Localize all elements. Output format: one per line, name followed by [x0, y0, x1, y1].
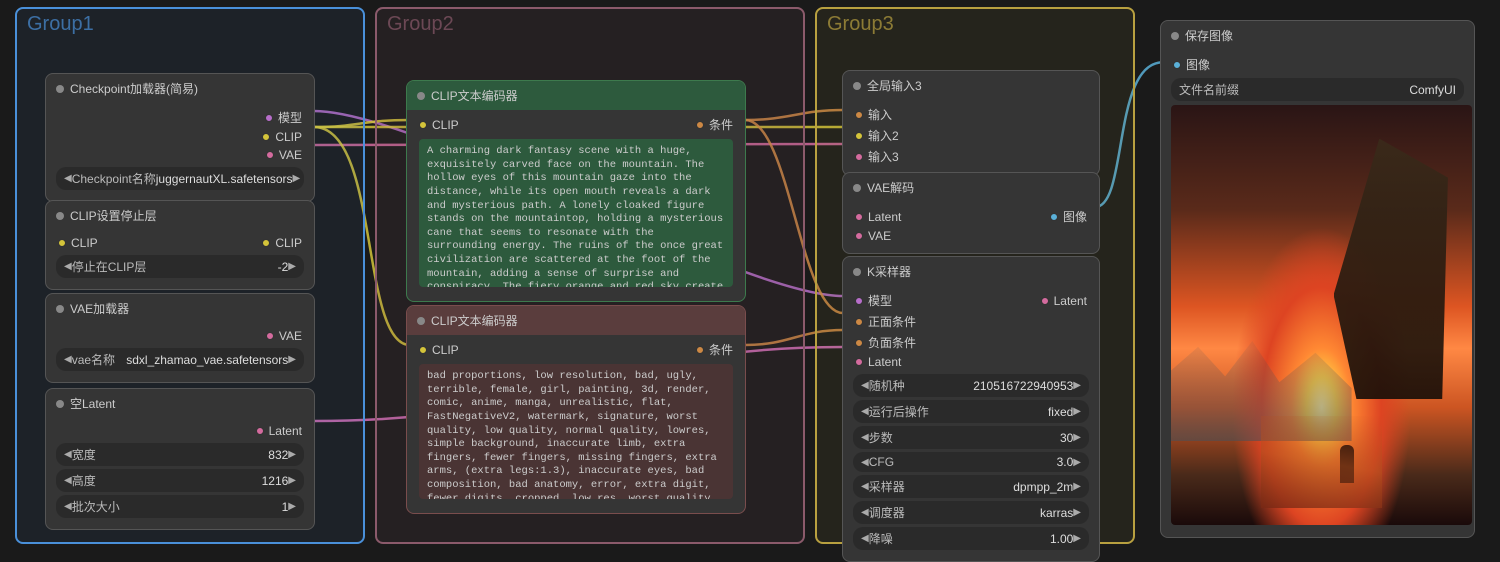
widget-checkpoint-name[interactable]: ◀ Checkpoint名称 juggernautXL.safetensors …: [56, 167, 304, 190]
node-title: 空Latent: [46, 389, 314, 418]
input-latent[interactable]: Latent: [855, 353, 901, 371]
input-clip[interactable]: CLIP: [58, 234, 98, 252]
node-clip-text-negative[interactable]: CLIP文本编码器 CLIP 条件 bad proportions, low r…: [406, 305, 746, 514]
widget-height[interactable]: ◀高度1216▶: [56, 469, 304, 492]
input-model[interactable]: 模型: [855, 290, 892, 311]
input-clip[interactable]: CLIP: [419, 114, 459, 135]
input-vae[interactable]: VAE: [855, 227, 891, 245]
widget-filename-prefix[interactable]: 文件名前缀 ComfyUI: [1171, 78, 1464, 101]
node-title: CLIP文本编码器: [407, 306, 745, 335]
chevron-left-icon[interactable]: ◀: [64, 354, 72, 365]
node-title: K采样器: [843, 257, 1099, 286]
output-image-preview[interactable]: [1171, 105, 1472, 525]
node-title: VAE解码: [843, 173, 1099, 202]
group-2-title: Group2: [387, 13, 454, 36]
chevron-right-icon[interactable]: ▶: [288, 354, 296, 365]
node-title: CLIP设置停止层: [46, 201, 314, 230]
widget-after-run[interactable]: ◀运行后操作fixed▶: [853, 400, 1089, 423]
input-negative[interactable]: 负面条件: [855, 332, 916, 353]
output-vae[interactable]: VAE: [266, 146, 302, 164]
output-latent[interactable]: Latent: [1041, 290, 1087, 311]
text-input-positive[interactable]: A charming dark fantasy scene with a hug…: [419, 139, 733, 287]
group-3-title: Group3: [827, 13, 894, 36]
input-1[interactable]: 输入: [855, 104, 892, 125]
widget-batch[interactable]: ◀批次大小1▶: [56, 495, 304, 518]
node-ksampler[interactable]: K采样器 模型 Latent 正面条件 负面条件 Latent ◀随机种2105…: [842, 256, 1100, 562]
node-clip-stop-layer[interactable]: CLIP设置停止层 CLIP CLIP ◀ 停止在CLIP层 -2 ▶: [45, 200, 315, 290]
node-graph-canvas[interactable]: Group1 Group2 Group3 Checkpoint加载器(简易) 模…: [0, 0, 1500, 560]
chevron-left-icon[interactable]: ◀: [64, 261, 72, 272]
widget-stop-layer[interactable]: ◀ 停止在CLIP层 -2 ▶: [56, 255, 304, 278]
chevron-right-icon[interactable]: ▶: [288, 261, 296, 272]
node-title: Checkpoint加载器(简易): [46, 74, 314, 103]
node-clip-text-positive[interactable]: CLIP文本编码器 CLIP 条件 A charming dark fantas…: [406, 80, 746, 302]
node-save-image[interactable]: 保存图像 图像 文件名前缀 ComfyUI: [1160, 20, 1475, 538]
node-vae-decode[interactable]: VAE解码 Latent 图像 VAE: [842, 172, 1100, 254]
group-1-title: Group1: [27, 13, 94, 36]
chevron-right-icon[interactable]: ▶: [293, 173, 301, 184]
node-title: 全局输入3: [843, 71, 1099, 100]
input-latent[interactable]: Latent: [855, 206, 901, 227]
node-empty-latent[interactable]: 空Latent Latent ◀宽度832▶ ◀高度1216▶ ◀批次大小1▶: [45, 388, 315, 530]
output-model[interactable]: 模型: [265, 107, 302, 128]
input-clip[interactable]: CLIP: [419, 339, 459, 360]
output-latent[interactable]: Latent: [256, 422, 302, 440]
node-vae-loader[interactable]: VAE加载器 VAE ◀ vae名称 sdxl_zhamao_vae.safet…: [45, 293, 315, 383]
widget-denoise[interactable]: ◀降噪1.00▶: [853, 527, 1089, 550]
output-clip[interactable]: CLIP: [262, 234, 302, 252]
widget-scheduler[interactable]: ◀调度器karras▶: [853, 501, 1089, 524]
input-3[interactable]: 输入3: [855, 146, 899, 167]
node-title: 保存图像: [1161, 21, 1474, 50]
output-conditioning[interactable]: 条件: [696, 339, 733, 360]
output-clip[interactable]: CLIP: [262, 128, 302, 146]
text-input-negative[interactable]: bad proportions, low resolution, bad, ug…: [419, 364, 733, 499]
output-vae[interactable]: VAE: [266, 327, 302, 345]
input-2[interactable]: 输入2: [855, 125, 899, 146]
output-conditioning[interactable]: 条件: [696, 114, 733, 135]
output-image[interactable]: 图像: [1050, 206, 1087, 227]
widget-width[interactable]: ◀宽度832▶: [56, 443, 304, 466]
widget-sampler[interactable]: ◀采样器dpmpp_2m▶: [853, 475, 1089, 498]
node-checkpoint-loader[interactable]: Checkpoint加载器(简易) 模型 CLIP VAE ◀ Checkpoi…: [45, 73, 315, 202]
input-positive[interactable]: 正面条件: [855, 311, 916, 332]
chevron-left-icon[interactable]: ◀: [64, 173, 72, 184]
widget-cfg[interactable]: ◀CFG3.0▶: [853, 452, 1089, 472]
input-image[interactable]: 图像: [1173, 54, 1210, 75]
node-global-input[interactable]: 全局输入3 输入 输入2 输入3: [842, 70, 1100, 176]
widget-seed[interactable]: ◀随机种210516722940953▶: [853, 374, 1089, 397]
widget-vae-name[interactable]: ◀ vae名称 sdxl_zhamao_vae.safetensors ▶: [56, 348, 304, 371]
widget-steps[interactable]: ◀步数30▶: [853, 426, 1089, 449]
node-title: CLIP文本编码器: [407, 81, 745, 110]
node-title: VAE加载器: [46, 294, 314, 323]
